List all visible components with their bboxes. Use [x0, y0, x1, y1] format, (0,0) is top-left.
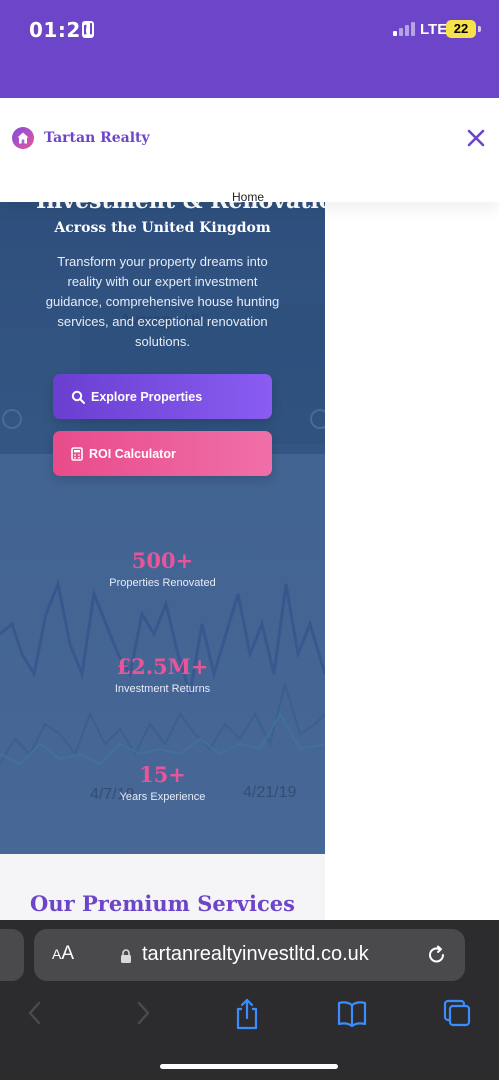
- reload-icon[interactable]: [426, 944, 448, 966]
- brand-name[interactable]: Tartan Realty: [44, 130, 150, 146]
- close-icon[interactable]: [464, 126, 488, 150]
- forward-icon[interactable]: [134, 998, 152, 1028]
- signal-icon: [393, 22, 415, 36]
- battery-icon: 22: [446, 20, 476, 38]
- services-title: Our Premium Services: [30, 891, 295, 916]
- network-label: LTE: [420, 21, 448, 38]
- bottom-toolbar: [0, 994, 499, 1034]
- stat-investment: £2.5M+ Investment Returns: [0, 654, 325, 695]
- previous-tab-preview[interactable]: [0, 929, 24, 981]
- explore-properties-label: Explore Properties: [91, 389, 203, 404]
- menu-item-home[interactable]: Home: [232, 190, 264, 204]
- stat-label: Properties Renovated: [109, 577, 216, 589]
- calculator-icon: [71, 446, 83, 461]
- reader-options-button[interactable]: AAAA: [52, 943, 74, 965]
- battery-tip: [478, 26, 481, 32]
- mobile-menu: Home: [0, 154, 499, 204]
- stat-label: Investment Returns: [114, 683, 211, 695]
- roi-calculator-label: ROI Calculator: [89, 446, 176, 461]
- home-indicator[interactable]: [160, 1064, 338, 1069]
- browser-toolbar: AAAA tartanrealtyinvestltd.co.uk: [0, 920, 499, 1080]
- logo[interactable]: [12, 127, 34, 149]
- stat-value: 500+: [131, 548, 194, 573]
- stat-label: Years Experience: [119, 791, 206, 803]
- status-bar: 01:21 LTE 22: [0, 0, 499, 98]
- site-header: Tartan Realty: [0, 98, 499, 154]
- explore-properties-button[interactable]: Explore Properties: [53, 374, 272, 419]
- hero-section: Average UK 4/7/19 4/21/19 Investment & R…: [0, 154, 325, 854]
- address-bar[interactable]: AAAA tartanrealtyinvestltd.co.uk: [34, 929, 465, 981]
- tabs-icon[interactable]: [442, 998, 472, 1028]
- stat-properties: 500+ Properties Renovated: [0, 548, 325, 589]
- bookmarks-icon[interactable]: [336, 998, 368, 1028]
- lock-icon: [121, 949, 131, 963]
- id-badge-icon: [82, 21, 94, 38]
- roi-calculator-button[interactable]: ROI Calculator: [53, 431, 272, 476]
- screen: 01:21 LTE 22 Average UK 4/7/19 4/21/19 I…: [0, 0, 499, 1080]
- hero-description: Transform your property dreams into real…: [45, 254, 280, 349]
- hero-subtitle: Across the United Kingdom: [54, 220, 271, 236]
- search-icon: [71, 390, 85, 404]
- stat-value: £2.5M+: [116, 654, 209, 679]
- stat-experience: 15+ Years Experience: [0, 762, 325, 803]
- share-icon[interactable]: [233, 998, 261, 1030]
- home-icon: [17, 132, 29, 144]
- stat-value: 15+: [139, 762, 186, 787]
- back-icon[interactable]: [26, 998, 44, 1028]
- url-text: tartanrealtyinvestltd.co.uk: [142, 943, 369, 965]
